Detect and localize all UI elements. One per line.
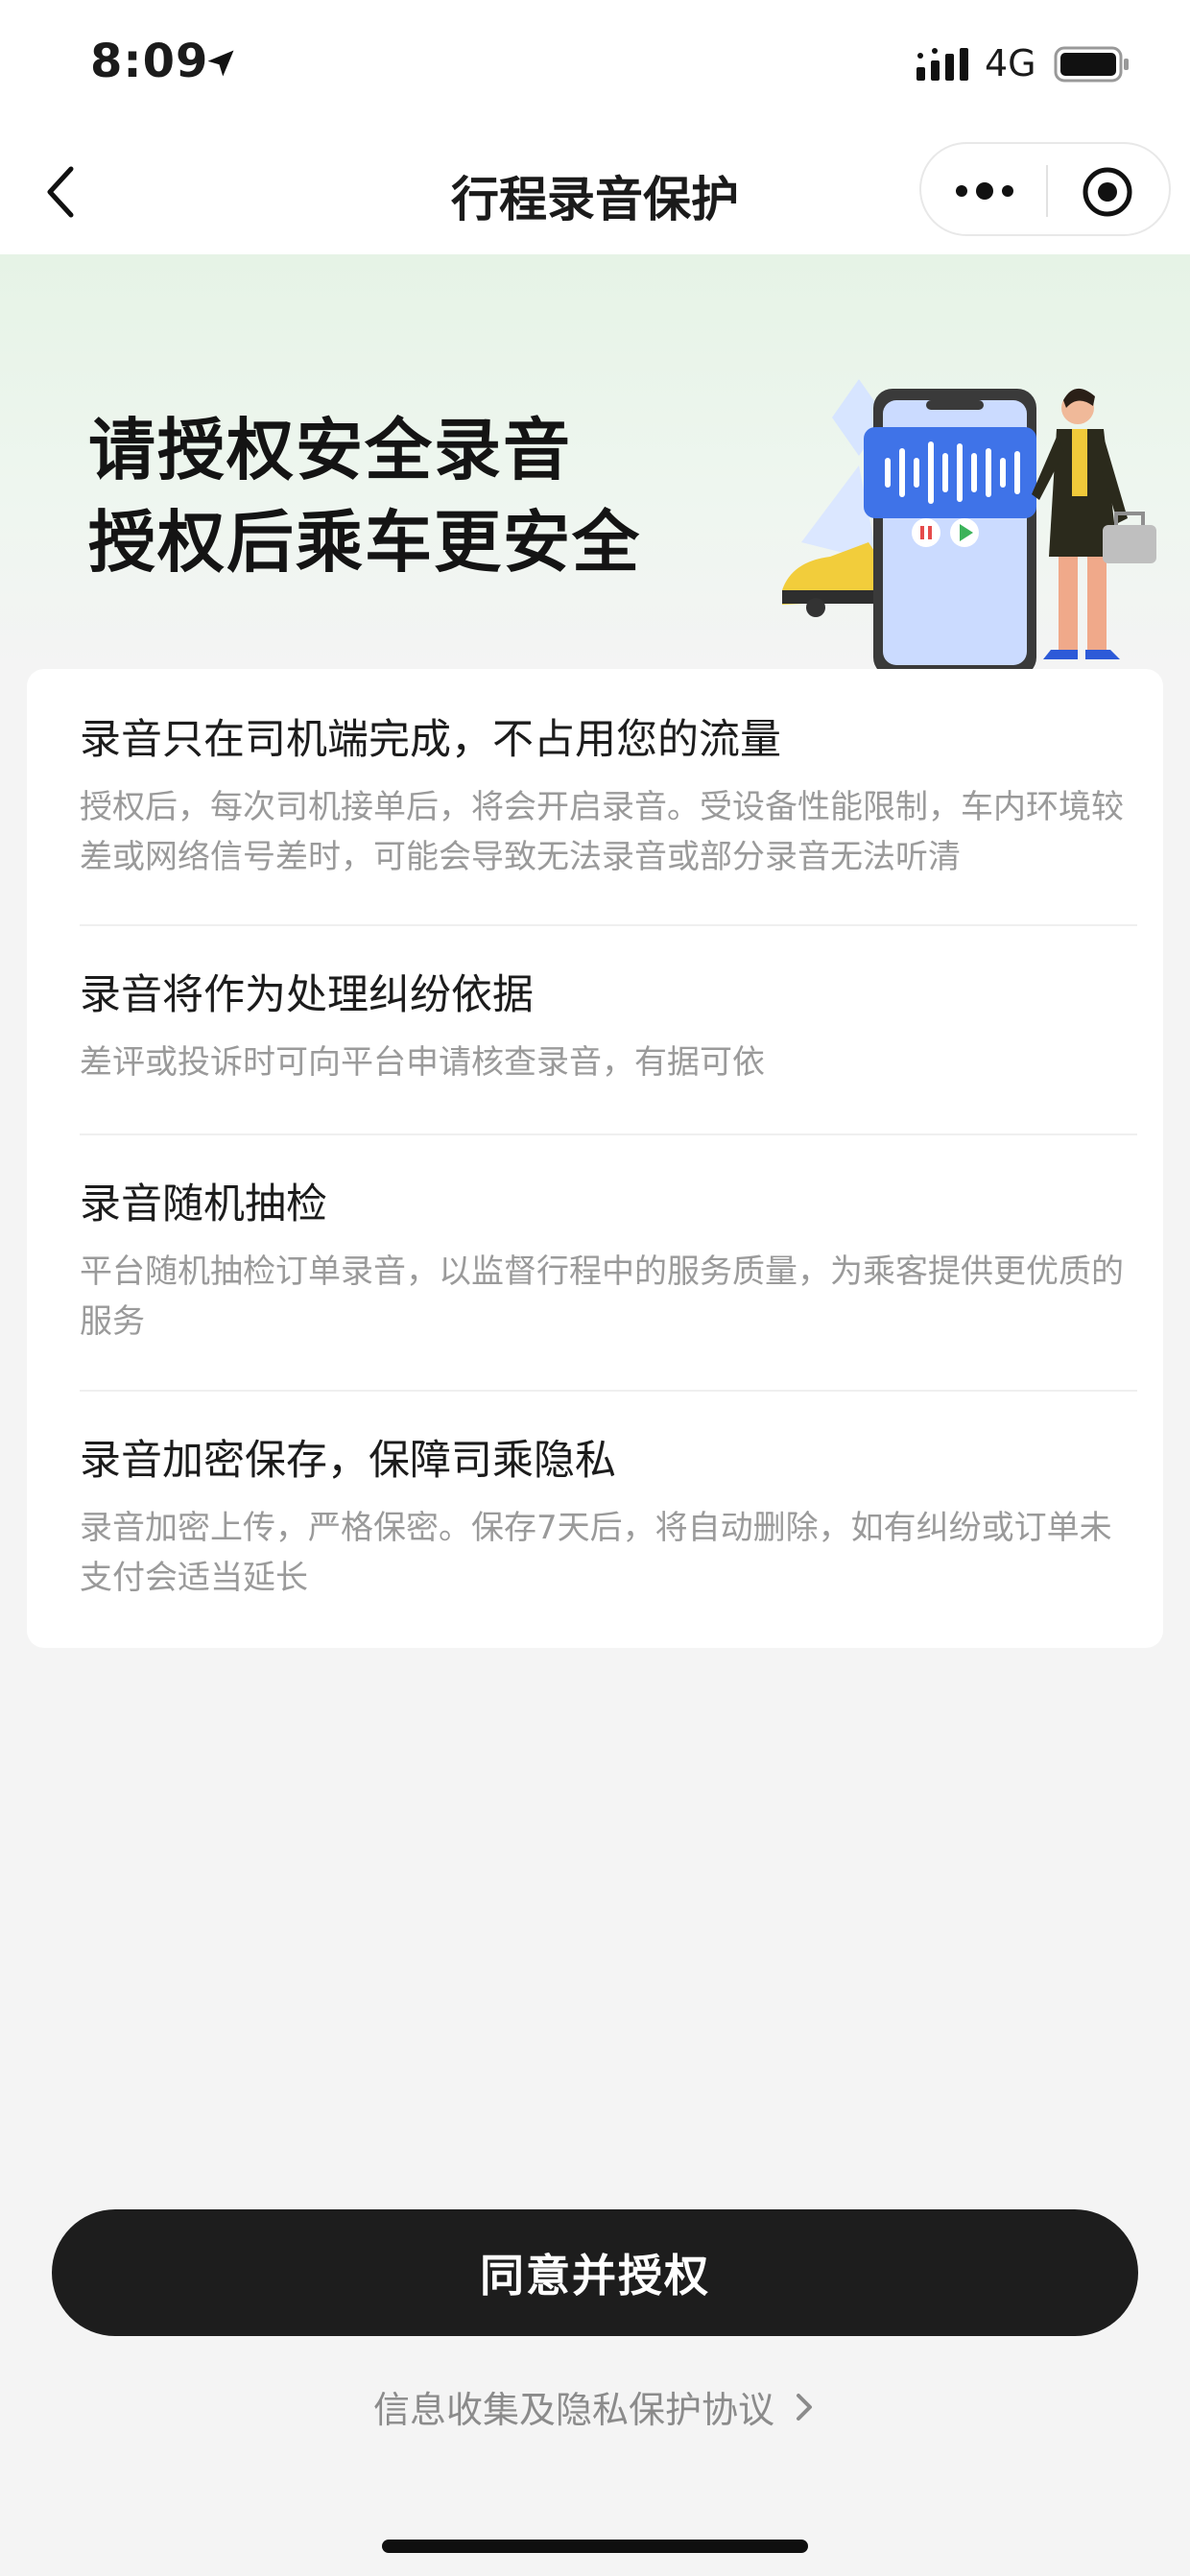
signal-icon bbox=[916, 48, 968, 81]
target-icon[interactable] bbox=[1081, 165, 1134, 219]
divider bbox=[80, 1133, 1137, 1135]
item-description: 差评或投诉时可向平台申请核查录音，有据可依 bbox=[80, 1043, 765, 1082]
list-item: 录音将作为处理纠纷依据 差评或投诉时可向平台申请核查录音，有据可依 bbox=[80, 966, 1137, 1087]
page: 8:09 4G 行程录音保护 请授权安全录音 授权后乘车更安全 录音只在司机端完… bbox=[0, 0, 1190, 2576]
privacy-agreement-link[interactable]: 信息收集及隐私保护协议 bbox=[0, 2380, 1190, 2433]
more-icon[interactable] bbox=[954, 175, 1015, 207]
item-title: 录音只在司机端完成，不占用您的流量 bbox=[80, 716, 781, 764]
hero-title-line1: 请授权安全录音 bbox=[88, 411, 572, 489]
home-indicator bbox=[382, 2540, 808, 2553]
phone-recording-illustration bbox=[782, 379, 1156, 677]
list-item: 录音加密保存，保障司乘隐私 录音加密上传，严格保密。保存7天后，将自动删除，如有… bbox=[80, 1432, 1137, 1603]
capsule-divider bbox=[1046, 165, 1048, 217]
item-description: 平台随机抽检订单录音，以监督行程中的服务质量，为乘客提供更优质的服务 bbox=[80, 1252, 1124, 1341]
location-arrow-icon bbox=[207, 50, 234, 77]
network-type: 4G bbox=[985, 42, 1036, 84]
list-item: 录音只在司机端完成，不占用您的流量 授权后，每次司机接单后，将会开启录音。受设备… bbox=[80, 711, 1137, 882]
list-item: 录音随机抽检 平台随机抽检订单录音，以监督行程中的服务质量，为乘客提供更优质的服… bbox=[80, 1176, 1137, 1347]
chevron-right-icon bbox=[797, 2393, 812, 2421]
item-title: 录音随机抽检 bbox=[80, 1181, 327, 1228]
item-description: 录音加密上传，严格保密。保存7天后，将自动删除，如有纠纷或订单未支付会适当延长 bbox=[80, 1509, 1112, 1597]
mini-program-capsule bbox=[919, 142, 1171, 236]
privacy-agreement-label: 信息收集及隐私保护协议 bbox=[372, 2389, 774, 2431]
divider bbox=[80, 1390, 1137, 1392]
hero-title-line2: 授权后乘车更安全 bbox=[88, 503, 641, 582]
nav-bar: 行程录音保护 bbox=[0, 134, 1190, 254]
hero-banner: 请授权安全录音 授权后乘车更安全 bbox=[0, 254, 1190, 677]
status-time: 8:09 bbox=[90, 35, 209, 88]
info-card: 录音只在司机端完成，不占用您的流量 授权后，每次司机接单后，将会开启录音。受设备… bbox=[27, 669, 1163, 1648]
battery-icon bbox=[1054, 46, 1129, 83]
agree-authorize-button[interactable]: 同意并授权 bbox=[52, 2209, 1138, 2336]
divider bbox=[80, 924, 1137, 926]
item-title: 录音将作为处理纠纷依据 bbox=[80, 971, 534, 1019]
item-description: 授权后，每次司机接单后，将会开启录音。受设备性能限制，车内环境较差或网络信号差时… bbox=[80, 788, 1124, 876]
status-bar: 8:09 4G bbox=[0, 0, 1190, 134]
item-title: 录音加密保存，保障司乘隐私 bbox=[80, 1437, 616, 1485]
